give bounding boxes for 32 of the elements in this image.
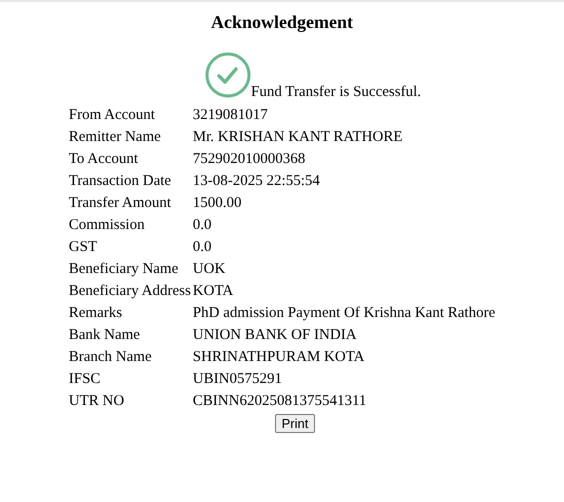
field-label: IFSC <box>68 371 100 387</box>
field-label: Commission <box>68 217 145 233</box>
field-label: Beneficiary Name <box>68 261 178 277</box>
field-label: Beneficiary Address <box>68 283 191 299</box>
field-value: UOK <box>192 261 226 277</box>
field-value: 1500.00 <box>192 195 242 211</box>
field-label: From Account <box>68 107 155 123</box>
field-label: Bank Name <box>68 327 140 343</box>
field-value: 752902010000368 <box>192 151 306 167</box>
field-value: SHRINATHPURAM KOTA <box>192 349 365 365</box>
field-value: 3219081017 <box>192 107 268 123</box>
field-label: UTR NO <box>68 393 124 409</box>
success-message: Fund Transfer is Successful. <box>250 83 421 101</box>
check-circle-icon <box>204 52 251 98</box>
field-value: KOTA <box>192 283 234 299</box>
field-value: 13-08-2025 22:55:54 <box>192 173 320 189</box>
field-label: GST <box>68 239 98 255</box>
page-title: Acknowledgement <box>211 11 353 33</box>
field-label: Remitter Name <box>68 129 161 145</box>
field-label: Transaction Date <box>68 173 172 189</box>
field-value: 0.0 <box>192 239 212 255</box>
field-value: UBIN0575291 <box>192 371 282 387</box>
field-value: Mr. KRISHAN KANT RATHORE <box>192 129 403 145</box>
field-value: 0.0 <box>192 217 212 233</box>
field-value: UNION BANK OF INDIA <box>192 327 357 343</box>
field-label: Branch Name <box>68 349 152 365</box>
field-label: Transfer Amount <box>68 195 172 211</box>
field-value: CBINN62025081375541311 <box>192 393 366 409</box>
field-label: Remarks <box>68 305 122 321</box>
field-value: PhD admission Payment Of Krishna Kant Rathore <box>192 305 496 321</box>
field-label: To Account <box>68 151 138 167</box>
print-button[interactable]: Print <box>274 414 316 433</box>
